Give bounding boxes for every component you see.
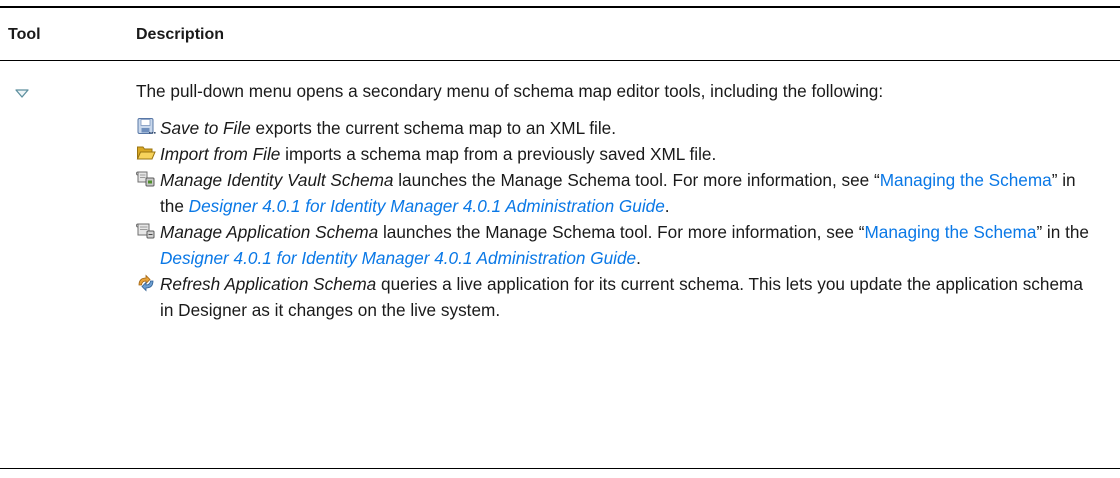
- import-from-file-text: imports a schema map from a previously s…: [280, 144, 717, 164]
- tool-list: Save to File exports the current schema …: [136, 115, 1096, 323]
- manage-identity-vault-schema-label: Manage Identity Vault Schema: [160, 170, 394, 190]
- column-header-description: Description: [136, 26, 225, 43]
- administration-guide-link[interactable]: Designer 4.0.1 for Identity Manager 4.0.…: [189, 196, 665, 216]
- manage-identity-vault-schema-end: .: [664, 196, 670, 216]
- save-to-file-label: Save to File: [160, 118, 251, 138]
- list-item-manage-identity-vault-schema: Manage Identity Vault Schema launches th…: [136, 167, 1096, 219]
- intro-text: The pull-down menu opens a secondary men…: [136, 81, 884, 101]
- pull-down-triangle-icon[interactable]: [12, 84, 32, 104]
- managing-the-schema-link[interactable]: Managing the Schema: [880, 170, 1052, 190]
- description-cell: The pull-down menu opens a secondary men…: [136, 78, 1096, 323]
- manage-application-schema-text: launches the Manage Schema tool. For mor…: [378, 222, 865, 242]
- managing-the-schema-link[interactable]: Managing the Schema: [864, 222, 1036, 242]
- manage-application-schema-label: Manage Application Schema: [160, 222, 379, 242]
- table-top-rule: [0, 6, 1120, 8]
- list-item-import-from-file: Import from File imports a schema map fr…: [136, 141, 1096, 167]
- save-to-file-icon: [136, 117, 156, 137]
- administration-guide-link[interactable]: Designer 4.0.1 for Identity Manager 4.0.…: [160, 248, 636, 268]
- import-folder-icon: [136, 143, 156, 163]
- import-from-file-label: Import from File: [160, 144, 281, 164]
- manage-application-schema-icon: [136, 221, 156, 241]
- column-header-tool: Tool: [8, 26, 41, 43]
- list-item-save-to-file: Save to File exports the current schema …: [136, 115, 1096, 141]
- manage-application-schema-end: .: [636, 248, 641, 268]
- refresh-schema-icon: [136, 273, 156, 293]
- list-item-manage-application-schema: Manage Application Schema launches the M…: [136, 219, 1096, 271]
- refresh-application-schema-label: Refresh Application Schema: [160, 274, 377, 294]
- table-bottom-rule: [0, 468, 1120, 469]
- save-to-file-text: exports the current schema map to an XML…: [250, 118, 617, 138]
- manage-application-schema-mid: ” in the: [1036, 222, 1089, 242]
- list-item-refresh-application-schema: Refresh Application Schema queries a liv…: [136, 271, 1096, 323]
- manage-vault-schema-icon: [136, 169, 156, 189]
- header-rule: [0, 60, 1120, 61]
- manage-identity-vault-schema-text: launches the Manage Schema tool. For mor…: [393, 170, 880, 190]
